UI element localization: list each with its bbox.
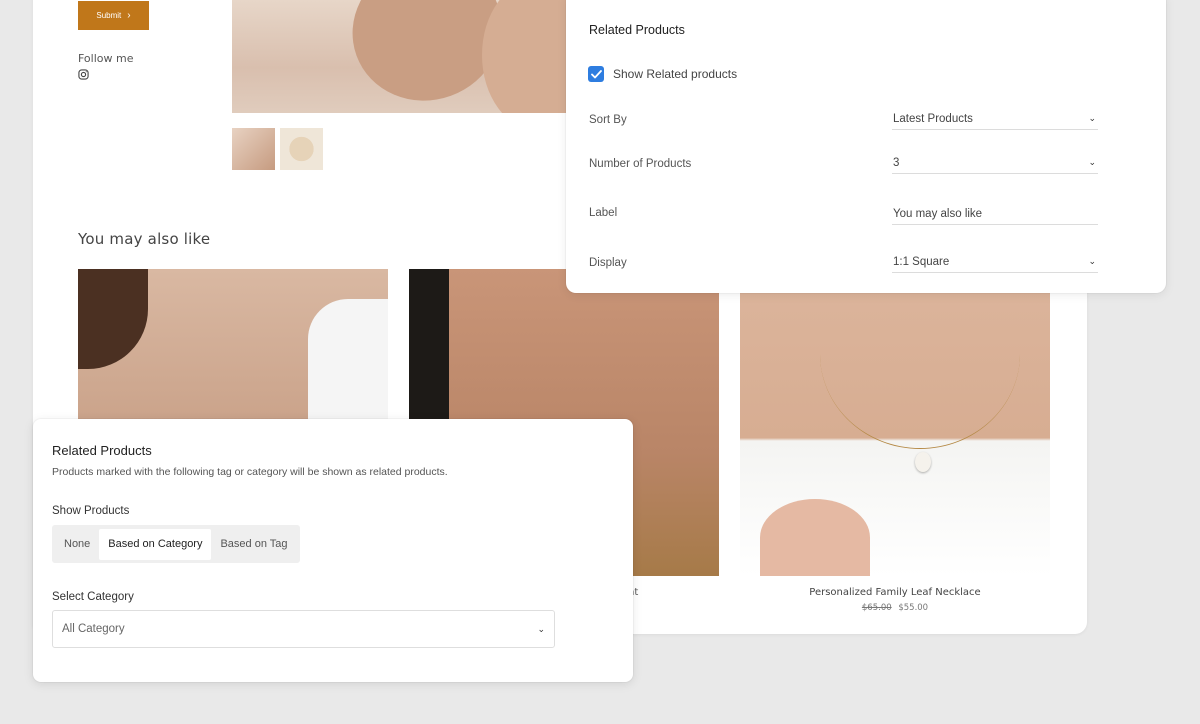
option-based-on-tag[interactable]: Based on Tag — [211, 529, 296, 560]
show-products-segmented-control: None Based on Category Based on Tag — [52, 525, 300, 563]
show-related-label: Show Related products — [613, 67, 738, 81]
show-products-label: Show Products — [52, 505, 130, 517]
display-value: 1:1 Square — [893, 255, 950, 268]
product-price: $65.00 $55.00 — [740, 603, 1050, 613]
category-select[interactable]: All Category ⌄ — [52, 610, 555, 648]
option-none[interactable]: None — [55, 529, 99, 560]
related-products-rules-panel: Related Products Products marked with th… — [33, 419, 633, 682]
number-of-products-label: Number of Products — [589, 158, 692, 170]
related-product-image[interactable] — [740, 269, 1050, 576]
chevron-down-icon: ⌄ — [1088, 113, 1096, 123]
display-label: Display — [589, 257, 627, 269]
panel-title: Related Products — [589, 23, 685, 37]
sort-by-select[interactable]: Latest Products ⌄ — [892, 108, 1098, 130]
display-select[interactable]: 1:1 Square ⌄ — [892, 251, 1098, 273]
label-field-label: Label — [589, 207, 618, 219]
option-based-on-category[interactable]: Based on Category — [99, 528, 212, 560]
you-may-also-like-heading: You may also like — [78, 230, 211, 248]
product-main-image — [232, 0, 572, 113]
select-category-label: Select Category — [52, 591, 134, 603]
panel-description: Products marked with the following tag o… — [52, 466, 448, 478]
chevron-right-icon: › — [127, 9, 131, 21]
product-thumbnail[interactable] — [232, 128, 275, 170]
product-thumbnail[interactable] — [280, 128, 323, 170]
number-of-products-select[interactable]: 3 ⌄ — [892, 152, 1098, 174]
chevron-down-icon: ⌄ — [1088, 256, 1096, 266]
product-name[interactable]: Personalized Family Leaf Necklace — [740, 587, 1050, 598]
related-products-settings-panel: Related Products Show Related products S… — [566, 0, 1166, 293]
sort-by-label: Sort By — [589, 114, 627, 126]
follow-me-label: Follow me — [78, 52, 134, 65]
sale-price: $55.00 — [898, 603, 929, 613]
category-select-value: All Category — [62, 623, 125, 635]
chevron-down-icon: ⌄ — [537, 623, 545, 634]
panel-title: Related Products — [52, 443, 152, 458]
check-icon — [590, 69, 602, 78]
submit-button[interactable]: Submit › — [78, 1, 149, 30]
old-price: $65.00 — [861, 603, 892, 613]
label-input-value: You may also like — [893, 207, 983, 220]
checkbox-checked[interactable] — [588, 66, 604, 82]
number-of-products-value: 3 — [893, 156, 900, 169]
submit-label: Submit — [96, 11, 122, 20]
instagram-icon[interactable] — [78, 69, 89, 80]
show-related-toggle[interactable]: Show Related products — [588, 66, 737, 82]
chevron-down-icon: ⌄ — [1088, 157, 1096, 167]
sort-by-value: Latest Products — [893, 112, 973, 125]
label-input[interactable]: You may also like — [892, 203, 1098, 225]
